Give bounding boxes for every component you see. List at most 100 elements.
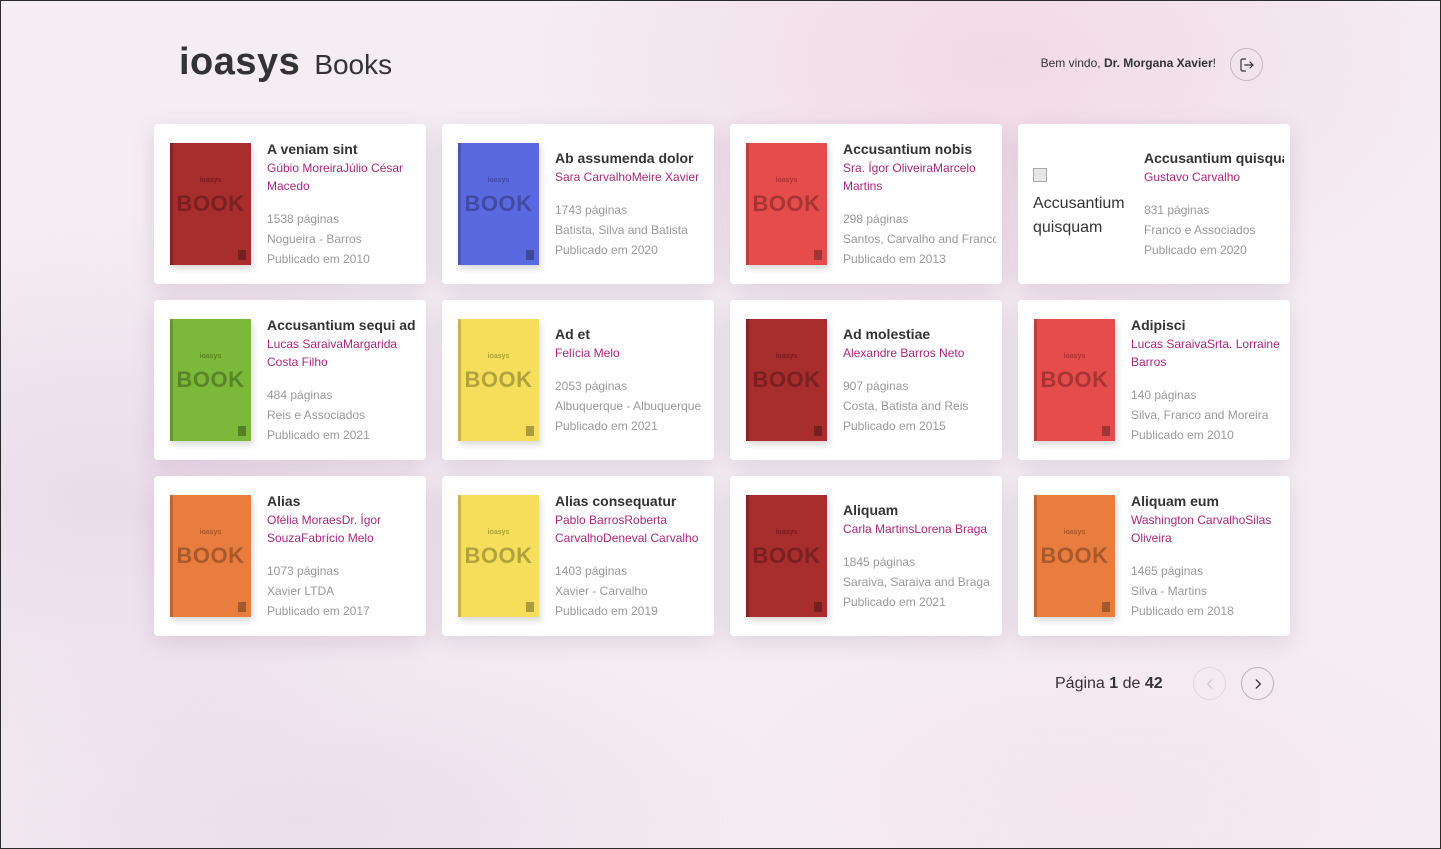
book-card[interactable]: ioasys BOOK Alias consequatur Pablo BarrosR… bbox=[442, 476, 714, 636]
book-grid: ioasys BOOK A veniam sint Gúbio MoreiraJúli… bbox=[154, 124, 1290, 636]
book-publisher: Nogueira - Barros bbox=[267, 232, 362, 246]
book-authors: Washington CarvalhoSilas Oliveira bbox=[1131, 513, 1272, 545]
book-cover-word: BOOK bbox=[1040, 367, 1109, 392]
book-cover-word: BOOK bbox=[752, 191, 821, 216]
book-card[interactable]: Accusantium quisquamAccusantium quisquam… bbox=[1018, 124, 1290, 284]
book-published: Publicado em 2019 bbox=[555, 604, 658, 618]
book-meta: 907 páginas Costa, Batista and Reis Public… bbox=[843, 376, 996, 436]
book-card[interactable]: ioasys BOOK Accusantium nobis Sra. Ígor Oli… bbox=[730, 124, 1002, 284]
book-cover: ioasys BOOK bbox=[746, 495, 827, 617]
book-pages: 831 páginas bbox=[1144, 203, 1210, 217]
book-cover-word: BOOK bbox=[176, 543, 245, 568]
book-authors: Pablo BarrosRoberta CarvalhoDeneval Carv… bbox=[555, 513, 699, 545]
book-pages: 907 páginas bbox=[843, 379, 909, 393]
logout-icon bbox=[1239, 57, 1254, 72]
book-authors: Lucas SaraivaMargarida Costa Filho bbox=[267, 337, 398, 369]
next-page-button[interactable] bbox=[1241, 667, 1274, 700]
book-cover: ioasys BOOK bbox=[458, 495, 539, 617]
book-meta: 1538 páginas Nogueira - Barros Publicado e… bbox=[267, 209, 420, 269]
book-cover: ioasys BOOK bbox=[170, 495, 251, 617]
book-cover: ioasys BOOK bbox=[170, 319, 251, 441]
book-published: Publicado em 2010 bbox=[267, 252, 370, 266]
total-pages: 42 bbox=[1144, 674, 1163, 692]
book-cover-brand: ioasys bbox=[775, 529, 798, 536]
book-pages: 1403 páginas bbox=[555, 564, 628, 578]
book-card[interactable]: ioasys BOOK Ad et Felícia Melo 2053 páginas A… bbox=[442, 300, 714, 460]
book-card[interactable]: ioasys BOOK A veniam sint Gúbio MoreiraJúli… bbox=[154, 124, 426, 284]
book-card[interactable]: ioasys BOOK Ad molestiae Alexandre Barros N… bbox=[730, 300, 1002, 460]
book-cover-brand: ioasys bbox=[487, 177, 510, 184]
book-meta: 1073 páginas Xavier LTDA Publicado em 2017 bbox=[267, 561, 420, 621]
book-card[interactable]: ioasys BOOK Aliquam Carla MartinsLorena Bra… bbox=[730, 476, 1002, 636]
book-info: Aliquam Carla MartinsLorena Braga 1845 pág… bbox=[843, 500, 996, 612]
book-card[interactable]: ioasys BOOK Aliquam eum Washington Carvalho… bbox=[1018, 476, 1290, 636]
book-published: Publicado em 2017 bbox=[267, 604, 370, 618]
book-card[interactable]: ioasys BOOK Alias Ofélia MoraesDr. Ígor Sou… bbox=[154, 476, 426, 636]
book-pages: 1845 páginas bbox=[843, 555, 916, 569]
header: ioasys Books Bem vindo, Dr. Morgana Xavi… bbox=[1, 1, 1441, 121]
book-published: Publicado em 2021 bbox=[843, 595, 946, 609]
book-cover: ioasys BOOK bbox=[1034, 495, 1115, 617]
book-card[interactable]: ioasys BOOK Adipisci Lucas SaraivaSrta. Lor… bbox=[1018, 300, 1290, 460]
book-cover-brand: ioasys bbox=[199, 529, 222, 536]
book-info: Ad et Felícia Melo 2053 páginas Albuquerque… bbox=[555, 324, 708, 436]
welcome-prefix: Bem vindo, bbox=[1040, 56, 1104, 70]
book-cover-brand: ioasys bbox=[487, 353, 510, 360]
book-published: Publicado em 2013 bbox=[843, 252, 946, 266]
book-info: Accusantium quisquam Gustavo Carvalho 831 … bbox=[1144, 148, 1284, 260]
book-authors: Sara CarvalhoMeire Xavier bbox=[555, 170, 700, 184]
book-info: Alias consequatur Pablo BarrosRoberta Car… bbox=[555, 491, 708, 621]
book-cover-mark bbox=[814, 602, 822, 612]
book-cover-mark bbox=[238, 426, 246, 436]
chevron-right-icon bbox=[1255, 678, 1261, 689]
book-meta: 1845 páginas Saraiva, Saraiva and Braga Pu… bbox=[843, 552, 996, 612]
book-cover-mark bbox=[814, 426, 822, 436]
book-title: Adipisci bbox=[1131, 317, 1186, 333]
book-title: A veniam sint bbox=[267, 141, 358, 157]
book-title: Accusantium quisquam bbox=[1144, 150, 1284, 166]
book-publisher: Santos, Carvalho and Franco bbox=[843, 232, 996, 246]
previous-page-button[interactable] bbox=[1193, 667, 1226, 700]
book-card[interactable]: ioasys BOOK Ab assumenda dolor Sara Carvalh… bbox=[442, 124, 714, 284]
book-title: Ad molestiae bbox=[843, 326, 931, 342]
book-pages: 1465 páginas bbox=[1131, 564, 1204, 578]
current-page: 1 bbox=[1109, 674, 1119, 692]
book-cover: ioasys BOOK bbox=[458, 143, 539, 265]
book-authors: Sra. Ígor OliveiraMarcelo Martins bbox=[843, 161, 976, 193]
book-info: Ad molestiae Alexandre Barros Neto 907 pág… bbox=[843, 324, 996, 436]
book-meta: 484 páginas Reis e Associados Publicado em… bbox=[267, 385, 420, 445]
book-cover-broken: Accusantium quisquam bbox=[1033, 143, 1128, 265]
book-published: Publicado em 2020 bbox=[1144, 243, 1247, 257]
book-meta: 1743 páginas Batista, Silva and Batista Pu… bbox=[555, 200, 708, 260]
book-publisher: Albuquerque - Albuquerque bbox=[555, 399, 702, 413]
book-authors: Ofélia MoraesDr. Ígor SouzaFabrício Melo bbox=[267, 513, 382, 545]
book-cover-mark bbox=[814, 250, 822, 260]
logo: ioasys Books bbox=[179, 41, 392, 84]
book-cover: ioasys BOOK bbox=[1034, 319, 1115, 441]
user-name: Dr. Morgana Xavier bbox=[1103, 56, 1213, 70]
book-info: Accusantium sequi ad Lucas SaraivaMargari… bbox=[267, 315, 420, 445]
book-pages: 484 páginas bbox=[267, 388, 333, 402]
book-cover-word: BOOK bbox=[752, 543, 821, 568]
book-cover-alt: Accusantium quisquam bbox=[1033, 168, 1128, 240]
book-title: Ab assumenda dolor bbox=[555, 150, 694, 166]
welcome-suffix: ! bbox=[1212, 56, 1216, 70]
book-pages: 2053 páginas bbox=[555, 379, 628, 393]
book-cover-word: BOOK bbox=[464, 543, 533, 568]
book-authors: Carla MartinsLorena Braga bbox=[843, 522, 988, 536]
book-authors: Felícia Melo bbox=[555, 346, 620, 360]
book-cover-brand: ioasys bbox=[487, 529, 510, 536]
logo-brand: ioasys bbox=[179, 41, 301, 83]
book-cover: ioasys BOOK bbox=[746, 319, 827, 441]
book-title: Aliquam eum bbox=[1131, 493, 1219, 509]
book-authors: Lucas SaraivaSrta. Lorraine Barros bbox=[1131, 337, 1280, 369]
book-meta: 140 páginas Silva, Franco and Moreira Publ… bbox=[1131, 385, 1284, 445]
logout-button[interactable] bbox=[1230, 48, 1263, 81]
book-cover-brand: ioasys bbox=[1063, 353, 1086, 360]
book-published: Publicado em 2010 bbox=[1131, 428, 1234, 442]
book-card[interactable]: ioasys BOOK Accusantium sequi ad Lucas Sara… bbox=[154, 300, 426, 460]
book-cover-brand: ioasys bbox=[775, 177, 798, 184]
book-pages: 1538 páginas bbox=[267, 212, 340, 226]
book-authors: Gúbio MoreiraJúlio César Macedo bbox=[267, 161, 404, 193]
book-title: Accusantium sequi ad bbox=[267, 317, 416, 333]
